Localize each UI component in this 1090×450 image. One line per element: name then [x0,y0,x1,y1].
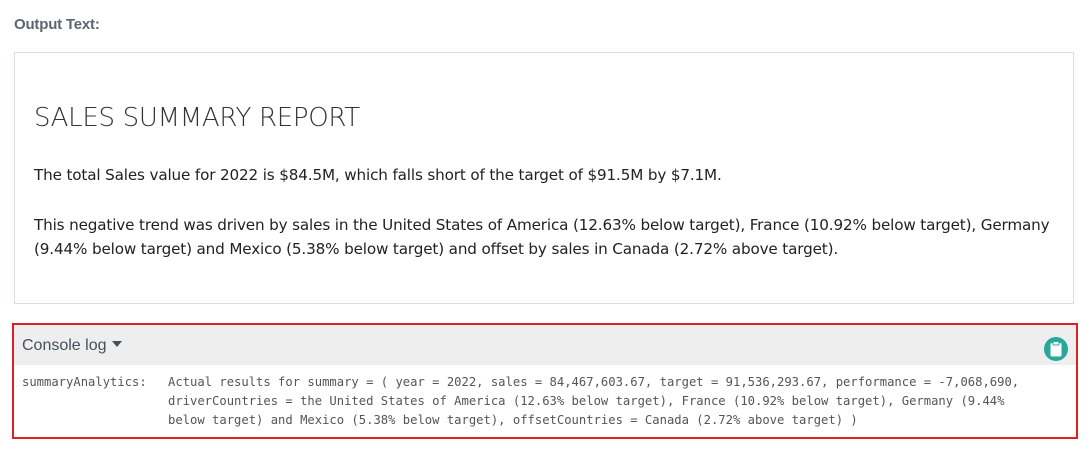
clipboard-icon [1050,341,1062,357]
caret-down-icon [111,340,122,347]
log-message: Actual results for summary = ( year = 20… [168,373,1019,430]
copy-to-clipboard-button[interactable] [1044,337,1068,361]
console-log-header: Console log [14,325,1076,365]
output-text-box: SALES SUMMARY REPORT The total Sales val… [14,52,1074,304]
log-source-prefix: summaryAnalytics: [22,375,147,389]
report-paragraph-drivers: This negative trend was driven by sales … [34,216,1050,258]
log-line: driverCountries = the United States of A… [168,394,1005,408]
page: Output Text: SALES SUMMARY REPORT The to… [0,0,1090,450]
log-line: Actual results for summary = ( year = 20… [168,375,1020,389]
console-log-toggle[interactable]: Console log [22,337,122,355]
output-text-label: Output Text: [14,16,100,33]
console-log-panel: Console log summaryAnalytics: Actual res… [12,323,1078,439]
console-log-output: summaryAnalytics: Actual results for sum… [22,373,1019,430]
log-line: below target) and Mexico (5.38% below ta… [168,413,858,427]
console-log-title: Console log [22,337,107,354]
report-paragraph-total: The total Sales value for 2022 is $84.5M… [34,166,722,184]
report-title: SALES SUMMARY REPORT [34,103,360,133]
